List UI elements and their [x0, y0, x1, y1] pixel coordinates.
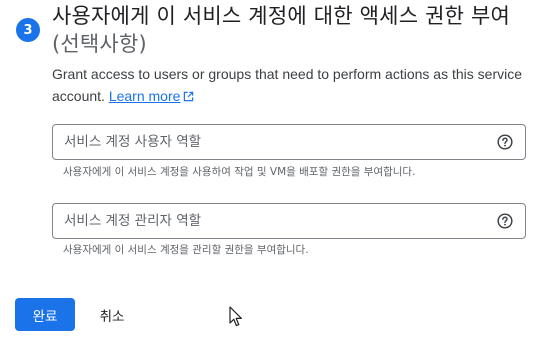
step-title-main: 사용자에게 이 서비스 계정에 대한 액세스 권한 부여 — [52, 4, 511, 28]
help-circle-icon[interactable] — [496, 212, 514, 230]
step-description: Grant access to users or groups that nee… — [52, 63, 532, 107]
learn-more-label: Learn more — [108, 88, 181, 104]
help-circle-icon[interactable] — [496, 133, 514, 151]
cancel-button[interactable]: 취소 — [83, 298, 141, 331]
learn-more-link[interactable]: Learn more — [109, 88, 195, 104]
external-link-icon — [184, 91, 194, 102]
step-title: 사용자에게 이 서비스 계정에 대한 액세스 권한 부여 (선택사항) — [52, 2, 542, 58]
step-number-badge: 3 — [16, 18, 40, 42]
done-button[interactable]: 완료 — [15, 298, 75, 331]
service-account-step-panel: 3 사용자에게 이 서비스 계정에 대한 액세스 권한 부여 (선택사항) Gr… — [0, 0, 560, 364]
service-account-admins-role-field[interactable] — [52, 203, 526, 239]
admins-role-hint: 사용자에게 이 서비스 계정을 관리할 권한을 부여합니다. — [63, 244, 309, 256]
service-account-users-role-input[interactable] — [53, 125, 525, 159]
mouse-pointer-icon — [229, 306, 242, 327]
service-account-users-role-field[interactable] — [52, 124, 526, 160]
step-title-optional: (선택사항) — [52, 32, 147, 56]
users-role-hint: 사용자에게 이 서비스 계정을 사용하여 작업 및 VM을 배포할 권한을 부여… — [63, 166, 416, 178]
service-account-admins-role-input[interactable] — [53, 204, 525, 238]
